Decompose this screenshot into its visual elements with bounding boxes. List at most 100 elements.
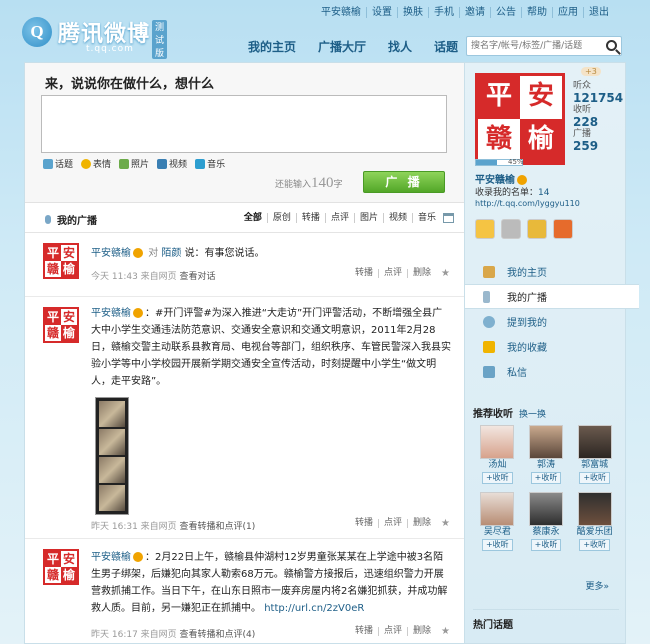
- toplink-skin[interactable]: 换肤: [398, 7, 429, 18]
- profile-avatar[interactable]: 平安赣榆: [475, 73, 565, 165]
- nav-topics[interactable]: 话题: [434, 38, 458, 55]
- music-icon: [195, 158, 206, 169]
- recommend-grid: 汤灿 +收听 郭涛 +收听 郭富城 +收听 吴尽君 +收听 蔡康永 +收听 酷爱乐团 +收听: [473, 425, 619, 551]
- star-icon[interactable]: ★: [436, 519, 455, 529]
- refresh-link[interactable]: 换一换: [519, 410, 546, 420]
- toplink-settings[interactable]: 设置: [367, 7, 398, 18]
- medal-icon[interactable]: [501, 219, 521, 239]
- filter-all[interactable]: 全部: [239, 213, 268, 223]
- comment-button[interactable]: 点评: [379, 627, 409, 636]
- post-reply-target[interactable]: 陌颜: [161, 248, 181, 259]
- filter-music[interactable]: 音乐: [413, 213, 441, 223]
- toplink-user[interactable]: 平安赣榆: [316, 7, 367, 18]
- follow-button[interactable]: +收听: [530, 472, 562, 484]
- person-avatar[interactable]: [480, 492, 515, 526]
- person-name[interactable]: 酷爱乐团: [577, 527, 613, 538]
- post-time: 今天 11:43 来自网页: [91, 272, 177, 282]
- search-input[interactable]: [467, 37, 603, 55]
- person-avatar[interactable]: [577, 492, 612, 526]
- nav-hall[interactable]: 广播大厅: [318, 38, 366, 55]
- follow-button[interactable]: +收听: [481, 539, 513, 551]
- person-avatar[interactable]: [577, 425, 612, 459]
- following-label: 收听: [573, 105, 592, 115]
- view-reposts-link[interactable]: 查看转播和点评(4): [180, 630, 256, 640]
- post-username[interactable]: 平安赣榆: [91, 308, 131, 319]
- toplink-notice[interactable]: 公告: [491, 7, 522, 18]
- tool-video[interactable]: 视频: [157, 157, 187, 170]
- view-conversation-link[interactable]: 查看对话: [180, 272, 216, 282]
- profile-url[interactable]: http://t.qq.com/lyggyu110: [475, 199, 580, 208]
- follow-button[interactable]: +收听: [481, 472, 513, 484]
- filter-comment[interactable]: 点评: [326, 213, 355, 223]
- toplink-mobile[interactable]: 手机: [429, 7, 460, 18]
- comment-button[interactable]: 点评: [379, 269, 409, 278]
- toplink-apps[interactable]: 应用: [553, 7, 584, 18]
- tool-music[interactable]: 音乐: [195, 157, 225, 170]
- lists-count[interactable]: 14: [538, 188, 549, 198]
- medal-row: [475, 219, 573, 239]
- person-name[interactable]: 吴尽君: [484, 527, 511, 538]
- comment-button[interactable]: 点评: [379, 519, 409, 528]
- nav-home[interactable]: 我的主页: [248, 38, 296, 55]
- repost-button[interactable]: 转播: [350, 269, 379, 278]
- filter-video[interactable]: 视频: [384, 213, 413, 223]
- medal-icon[interactable]: [475, 219, 495, 239]
- avatar[interactable]: 平安赣榆: [43, 549, 79, 585]
- tool-emoji[interactable]: 表情: [81, 157, 111, 170]
- medal-icon[interactable]: [527, 219, 547, 239]
- avatar-char: 赣: [46, 568, 59, 582]
- avatar[interactable]: 平安赣榆: [43, 307, 79, 343]
- person-name[interactable]: 蔡康永: [532, 527, 559, 538]
- follow-button[interactable]: +收听: [530, 539, 562, 551]
- person-name[interactable]: 郭涛: [537, 460, 555, 471]
- sidenav-favorites[interactable]: 我的收藏: [465, 334, 627, 359]
- publish-button[interactable]: 广 播: [363, 171, 445, 193]
- tool-topic[interactable]: 话题: [43, 157, 73, 170]
- toplink-logout[interactable]: 退出: [584, 7, 614, 18]
- tool-photo[interactable]: 照片: [119, 157, 149, 170]
- person-avatar[interactable]: [528, 425, 563, 459]
- delete-button[interactable]: 删除: [408, 627, 436, 636]
- sidenav-messages[interactable]: 私信: [465, 359, 627, 384]
- following-count[interactable]: 228: [573, 115, 623, 129]
- sidenav-home[interactable]: 我的主页: [465, 259, 627, 284]
- repost-button[interactable]: 转播: [350, 519, 379, 528]
- sidenav-favorites-label: 我的收藏: [507, 343, 547, 354]
- nav-find-people[interactable]: 找人: [388, 38, 412, 55]
- profile-name[interactable]: 平安赣榆: [475, 171, 529, 186]
- feed-post: 平安赣榆 平安赣榆 ：#开门评警#为深入推进“大走访”开门评警活动，不断增强全县广…: [25, 297, 465, 539]
- follow-button[interactable]: +收听: [579, 539, 611, 551]
- post-link[interactable]: http://url.cn/2zV0eR: [264, 603, 364, 614]
- more-link[interactable]: 更多»: [585, 579, 609, 592]
- person-avatar[interactable]: [480, 425, 515, 459]
- avatar[interactable]: 平安赣榆: [43, 243, 79, 279]
- view-reposts-link[interactable]: 查看转播和点评(1): [180, 522, 256, 532]
- person-name[interactable]: 汤灿: [488, 460, 506, 471]
- filter-repost[interactable]: 转播: [297, 213, 326, 223]
- sidenav-my-broadcasts[interactable]: 我的广播: [465, 284, 639, 309]
- medal-icon[interactable]: [553, 219, 573, 239]
- post-username[interactable]: 平安赣榆: [91, 552, 131, 563]
- repost-button[interactable]: 转播: [350, 627, 379, 636]
- calendar-icon[interactable]: [443, 213, 454, 223]
- person-avatar[interactable]: [528, 492, 563, 526]
- composer-textarea[interactable]: [41, 95, 447, 153]
- search-icon[interactable]: [606, 40, 617, 51]
- toplink-help[interactable]: 帮助: [522, 7, 553, 18]
- delete-button[interactable]: 删除: [408, 269, 436, 278]
- filter-original[interactable]: 原创: [268, 213, 297, 223]
- star-icon[interactable]: ★: [436, 269, 455, 279]
- follow-button[interactable]: +收听: [579, 472, 611, 484]
- post-image[interactable]: [95, 397, 129, 515]
- toplink-invite[interactable]: 邀请: [460, 7, 491, 18]
- recommend-header: 推荐收听 换一换: [473, 405, 546, 420]
- sidenav-mentions[interactable]: 提到我的: [465, 309, 627, 334]
- star-icon[interactable]: ★: [436, 627, 455, 637]
- listeners-count[interactable]: 121754: [573, 91, 623, 105]
- logo[interactable]: Q 腾讯微博 测试版 t.qq.com: [22, 16, 168, 59]
- person-name[interactable]: 郭富城: [581, 460, 608, 471]
- post-username[interactable]: 平安赣榆: [91, 248, 131, 259]
- broadcasts-count[interactable]: 259: [573, 139, 623, 153]
- filter-image[interactable]: 图片: [355, 213, 384, 223]
- delete-button[interactable]: 删除: [408, 519, 436, 528]
